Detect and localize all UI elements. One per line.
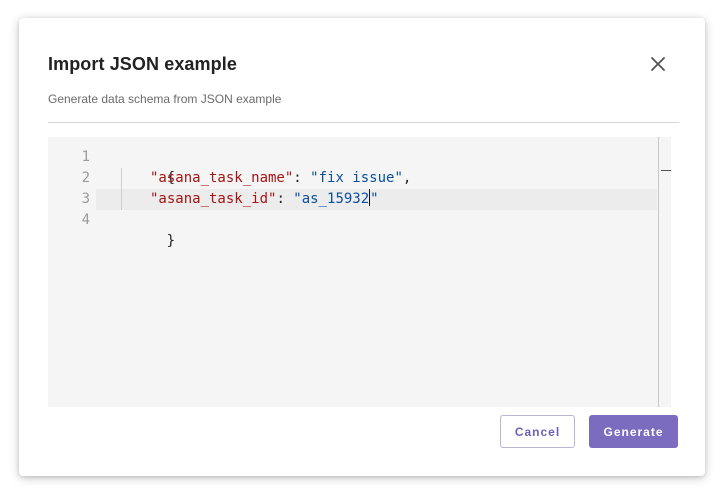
close-button[interactable] [646,52,670,76]
divider [48,122,679,123]
dialog-subtitle: Generate data schema from JSON example [48,92,282,106]
code-line-1: { [116,147,175,186]
import-json-dialog: Import JSON example Generate data schema… [19,18,705,476]
close-brace: } [166,233,176,249]
line-number: 2 [81,170,90,186]
json-separator: : [293,170,311,186]
json-code-editor[interactable]: 1 2 3 4 { "asana_task_name": "fix issue"… [48,137,671,407]
editor-scrollbar[interactable] [658,137,671,407]
cancel-button[interactable]: Cancel [500,415,575,448]
line-number: 3 [81,191,90,207]
json-string-value: "fix issue" [310,170,403,186]
dialog-title: Import JSON example [48,54,237,74]
json-key: "asana_task_id" [150,191,277,207]
json-key: "asana_task_name" [150,170,294,186]
generate-button[interactable]: Generate [589,415,678,448]
json-comma: , [402,170,412,186]
code-line-3: "asana_task_id": "as_15932" [150,189,379,210]
code-line-2: "asana_task_name": "fix issue", [150,168,411,189]
scrollbar-cursor-marker [661,170,671,171]
json-separator: : [276,191,294,207]
code-line-4: } [116,210,175,249]
line-number: 1 [81,149,90,165]
line-number-gutter: 1 2 3 4 [48,137,96,407]
line-number: 4 [81,212,90,228]
json-string-quote: " [370,191,379,207]
close-icon [651,57,665,71]
json-string-value: "as_15932 [293,191,370,207]
